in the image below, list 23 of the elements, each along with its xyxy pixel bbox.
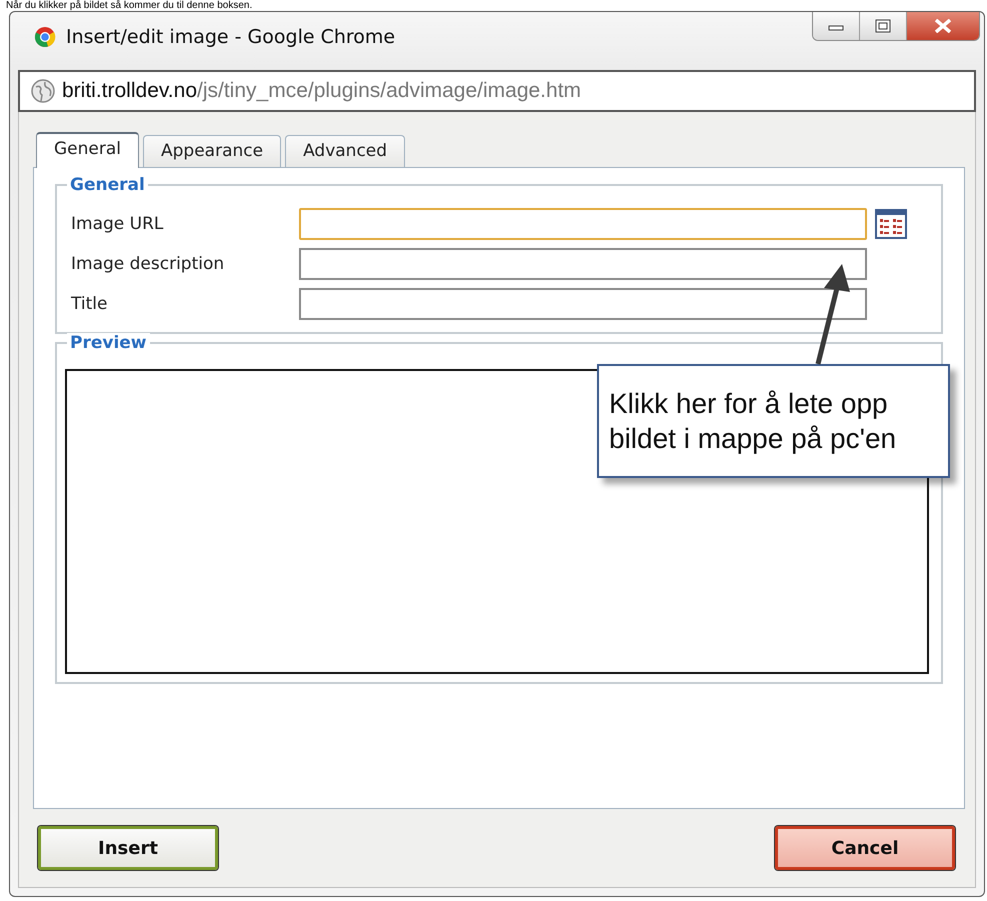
minimize-button[interactable] (813, 12, 860, 40)
browser-logo-icon (34, 26, 56, 48)
close-icon (934, 19, 952, 33)
input-field[interactable] (299, 288, 867, 320)
callout-text: Klikk her for å lete opp bildet i mappe på pc'en (609, 387, 898, 456)
tab[interactable]: General (36, 132, 139, 168)
field-label: Image description (71, 254, 226, 274)
maximize-icon (875, 19, 891, 33)
caption-text: Når du klikker på bildet så kommer du til denne boksen. (5, 0, 254, 11)
window-title: Insert/edit image - Google Chrome (66, 26, 396, 48)
browse-icon[interactable] (875, 209, 907, 239)
globe-icon (30, 78, 56, 104)
maximize-button[interactable] (860, 12, 907, 40)
cancel-button[interactable]: Cancel (775, 826, 955, 870)
insert-button[interactable]: Insert (38, 826, 218, 870)
close-button[interactable] (907, 12, 979, 40)
input-field[interactable] (299, 208, 867, 240)
url-text: briti.trolldev.no/js/tiny_mce/plugins/advimage/image.htm (62, 79, 582, 103)
field-label: Image URL (71, 214, 164, 234)
tab[interactable]: Advanced (285, 135, 406, 167)
field-label: Title (71, 294, 108, 314)
input-field[interactable] (299, 248, 867, 280)
tab[interactable]: Appearance (143, 135, 282, 167)
